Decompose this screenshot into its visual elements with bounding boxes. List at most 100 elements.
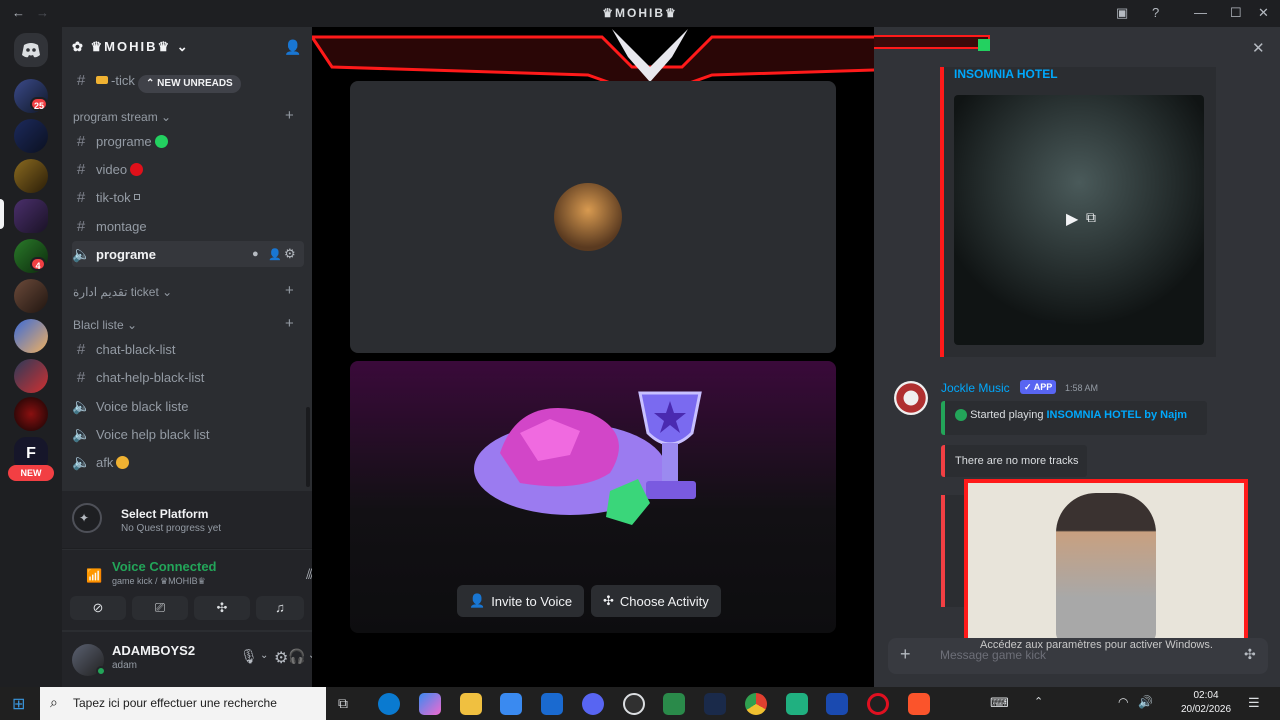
copilot-icon[interactable]	[419, 693, 441, 715]
hash-icon: #	[76, 132, 86, 150]
app-icon[interactable]	[663, 693, 685, 715]
new-unreads-pill[interactable]: ⌃ NEW UNREADS	[138, 75, 241, 93]
close-window-icon[interactable]: ✕	[1258, 5, 1269, 21]
add-user-icon: 👤	[469, 593, 486, 608]
spotify-icon	[955, 409, 967, 422]
edge-browser-icon[interactable]	[378, 693, 400, 715]
server-icon-mohib[interactable]	[14, 199, 48, 233]
participant-tile[interactable]	[350, 81, 836, 353]
brave-icon[interactable]	[908, 693, 930, 715]
add-user-icon[interactable]: 👤	[268, 248, 282, 261]
gear-icon[interactable]: ⚙	[284, 246, 296, 262]
soundboard-button[interactable]: ♫	[256, 596, 304, 620]
clock-date[interactable]: 20/02/2026	[1176, 704, 1236, 715]
file-explorer-icon[interactable]	[460, 693, 482, 715]
hash-icon: #	[76, 188, 86, 206]
username[interactable]: ADAMBOYS2	[112, 643, 195, 658]
microphone-icon[interactable]: 🎙	[240, 648, 258, 665]
add-member-icon[interactable]: 👤	[284, 39, 301, 56]
voice-channel-afk[interactable]: 🔈 afk	[72, 449, 304, 475]
steam-icon[interactable]	[704, 693, 726, 715]
task-view-icon[interactable]: ⧉	[338, 695, 348, 712]
notifications-icon[interactable]: ☰	[1248, 695, 1260, 711]
category-ticket[interactable]: تقديم ادارة ticket ⌄	[73, 285, 172, 299]
help-icon[interactable]: ?	[1152, 5, 1159, 20]
speaker-icon: 🔈	[72, 246, 91, 263]
voice-channel-help-black-list[interactable]: 🔈 Voice help black list	[72, 421, 304, 447]
voice-channel-black-liste[interactable]: 🔈 Voice black liste	[72, 393, 304, 419]
green-dot-icon	[154, 134, 168, 148]
close-chat-icon[interactable]: ✕	[1252, 39, 1265, 57]
title-bar: ← → ♛MOHIB♛ ▣ ? — ☐ ✕	[0, 0, 1280, 27]
category-program-stream[interactable]: program stream ⌄	[73, 110, 171, 124]
opera-icon[interactable]	[867, 693, 889, 715]
mail-icon[interactable]	[541, 693, 563, 715]
clock-time[interactable]: 02:04	[1186, 690, 1226, 701]
activities-button[interactable]: ✣	[194, 596, 250, 620]
webcam-person	[1056, 493, 1156, 643]
search-icon: ⌕	[50, 694, 58, 710]
embed-thumbnail[interactable]: ▶ ⧉	[954, 95, 1204, 345]
no-more-tracks-embed: There are no more tracks	[941, 445, 1087, 477]
voice-location[interactable]: game kick / ♛MOHIB♛	[112, 576, 206, 587]
chevron-down-icon[interactable]: ⌄	[260, 650, 268, 661]
mention-badge: 4	[30, 257, 46, 271]
channel-chat-black-list[interactable]: # chat-black-list	[72, 336, 304, 362]
channel-video[interactable]: # video	[72, 156, 304, 182]
server-name-header[interactable]: ✿ ♛MOHIB♛ ⌄	[72, 39, 190, 55]
add-channel-icon[interactable]: +	[285, 107, 294, 124]
obs-icon[interactable]	[623, 693, 645, 715]
chat-bubble-icon[interactable]: ●	[252, 248, 259, 260]
voice-channel-programe[interactable]: 🔈 programe ● 👤 ⚙	[72, 241, 304, 267]
server-icon[interactable]	[14, 397, 48, 431]
wifi-icon[interactable]: ◠	[1118, 695, 1128, 709]
activity-grid-icon: ✣	[603, 593, 614, 608]
minimize-icon[interactable]: —	[1194, 5, 1207, 20]
quest-panel[interactable]: ✦ Select Platform No Quest progress yet	[62, 491, 312, 549]
play-icon[interactable]: ▶	[1066, 209, 1078, 229]
signal-icon[interactable]: 📶	[86, 568, 102, 584]
windows-start-icon[interactable]: ⊞	[12, 694, 25, 714]
embed-track-title[interactable]: INSOMNIA HOTEL	[954, 67, 1058, 81]
invite-to-voice-button[interactable]: 👤 Invite to Voice	[457, 585, 585, 617]
compass-icon: ✦	[78, 511, 90, 525]
channel-chat-help-black-list[interactable]: # chat-help-black-list	[72, 364, 304, 390]
bot-avatar[interactable]	[894, 381, 928, 415]
share-screen-button[interactable]: ⎚	[132, 596, 188, 620]
inbox-icon[interactable]: ▣	[1116, 5, 1128, 21]
camera-off-button[interactable]: ⊘	[70, 596, 126, 620]
choose-activity-button[interactable]: ✣ Choose Activity	[591, 585, 721, 617]
chevron-up-icon[interactable]: ⌃	[1034, 695, 1043, 708]
app-launcher-icon[interactable]: ✣	[1244, 646, 1256, 663]
speaker-icon: 🔈	[72, 398, 91, 415]
scrollbar[interactable]	[306, 407, 310, 487]
server-icon[interactable]	[14, 359, 48, 393]
app-icon[interactable]	[786, 693, 808, 715]
user-settings-gear-icon[interactable]: ⚙	[274, 648, 288, 668]
headphones-icon[interactable]: 🎧	[288, 648, 305, 665]
channel-programe[interactable]: # programe	[72, 128, 304, 154]
keyboard-icon[interactable]: ⌨	[990, 695, 1009, 711]
open-external-icon[interactable]: ⧉	[1086, 209, 1096, 226]
server-icon[interactable]	[14, 159, 48, 193]
store-icon[interactable]	[500, 693, 522, 715]
server-icon[interactable]	[14, 319, 48, 353]
channel-tik-tok[interactable]: # tik-tok	[72, 184, 304, 210]
channel-montage[interactable]: # montage	[72, 213, 304, 239]
category-blacl-liste[interactable]: Blacl liste ⌄	[73, 318, 137, 332]
server-icon[interactable]	[14, 119, 48, 153]
volume-icon[interactable]: 🔊	[1138, 695, 1153, 709]
maximize-icon[interactable]: ☐	[1230, 5, 1242, 21]
server-icon[interactable]	[14, 279, 48, 313]
discord-taskbar-icon[interactable]	[582, 693, 604, 715]
taskbar-search[interactable]: ⌕ Tapez ici pour effectuer une recherche	[40, 687, 326, 720]
add-channel-icon[interactable]: +	[285, 315, 294, 332]
app-icon[interactable]	[826, 693, 848, 715]
bot-name[interactable]: Jockle Music	[941, 381, 1010, 395]
chrome-icon[interactable]	[745, 693, 767, 715]
voice-status[interactable]: Voice Connected	[112, 559, 217, 574]
add-attachment-icon[interactable]: +	[900, 644, 911, 665]
new-badge[interactable]: NEW	[8, 465, 54, 481]
add-channel-icon[interactable]: +	[285, 282, 294, 299]
discord-home-icon[interactable]	[14, 33, 48, 67]
